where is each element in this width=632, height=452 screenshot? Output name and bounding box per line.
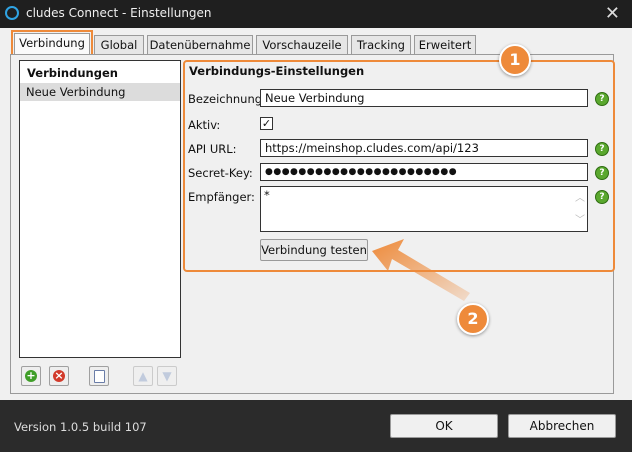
- copy-icon: [94, 370, 105, 383]
- move-down-icon: ▼: [162, 369, 172, 383]
- remove-icon: ×: [53, 369, 65, 382]
- recipients-label: Empfänger:: [188, 190, 255, 204]
- help-icon[interactable]: ?: [595, 92, 609, 106]
- annotation-badge: 2: [457, 303, 489, 335]
- recipients-value: *: [264, 188, 270, 202]
- footer-bar: Version 1.0.5 build 107 OK Abbrechen: [0, 400, 632, 452]
- annotation-badge: 1: [499, 44, 531, 76]
- close-icon[interactable]: ✕: [605, 3, 620, 24]
- remove-connection-button[interactable]: ×: [49, 366, 69, 386]
- secret-key-field[interactable]: ●●●●●●●●●●●●●●●●●●●●●●●: [260, 163, 588, 181]
- connections-list[interactable]: Verbindungen Neue Verbindung: [19, 60, 181, 358]
- list-item[interactable]: Neue Verbindung: [20, 83, 180, 101]
- cancel-button[interactable]: Abbrechen: [508, 414, 616, 438]
- move-up-button[interactable]: ▲: [133, 366, 153, 386]
- help-icon[interactable]: ?: [595, 142, 609, 156]
- connections-header: Verbindungen: [27, 66, 118, 80]
- tab-datenuebernahme[interactable]: Datenübernahme: [147, 35, 253, 54]
- name-field[interactable]: Neue Verbindung: [260, 89, 588, 107]
- active-label: Aktiv:: [188, 118, 221, 132]
- test-connection-button[interactable]: Verbindung testen: [260, 239, 368, 261]
- name-label: Bezeichnung:: [188, 92, 266, 106]
- api-url-field[interactable]: https://meinshop.cludes.com/api/123: [260, 139, 588, 157]
- copy-connection-button[interactable]: [89, 366, 109, 386]
- add-icon: +: [25, 369, 37, 382]
- tab-verbindung[interactable]: Verbindung: [11, 30, 93, 58]
- help-icon[interactable]: ?: [595, 190, 609, 204]
- move-up-icon: ▲: [138, 369, 148, 383]
- tab-global[interactable]: Global: [94, 35, 144, 54]
- version-label: Version 1.0.5 build 107: [14, 420, 147, 434]
- scroll-up-icon[interactable]: ︿: [575, 189, 585, 204]
- annotation-arrow: [372, 239, 470, 301]
- app-icon: [5, 6, 19, 20]
- scroll-down-icon[interactable]: ﹀: [575, 211, 585, 226]
- add-connection-button[interactable]: +: [21, 366, 41, 386]
- ok-button[interactable]: OK: [390, 414, 498, 438]
- tab-vorschauzeile[interactable]: Vorschauzeile: [256, 35, 348, 54]
- secret-key-label: Secret-Key:: [188, 166, 253, 180]
- help-icon[interactable]: ?: [595, 166, 609, 180]
- active-checkbox[interactable]: ✓: [260, 117, 273, 130]
- tab-erweitert[interactable]: Erweitert: [414, 35, 476, 54]
- settings-heading: Verbindungs-Einstellungen: [189, 64, 365, 78]
- title-bar: cludes Connect - Einstellungen ✕: [0, 0, 632, 28]
- api-url-label: API URL:: [188, 142, 237, 156]
- move-down-button[interactable]: ▼: [157, 366, 177, 386]
- recipients-field[interactable]: * ︿ ﹀: [260, 186, 588, 232]
- window-title: cludes Connect - Einstellungen: [26, 6, 212, 20]
- tab-tracking[interactable]: Tracking: [351, 35, 411, 54]
